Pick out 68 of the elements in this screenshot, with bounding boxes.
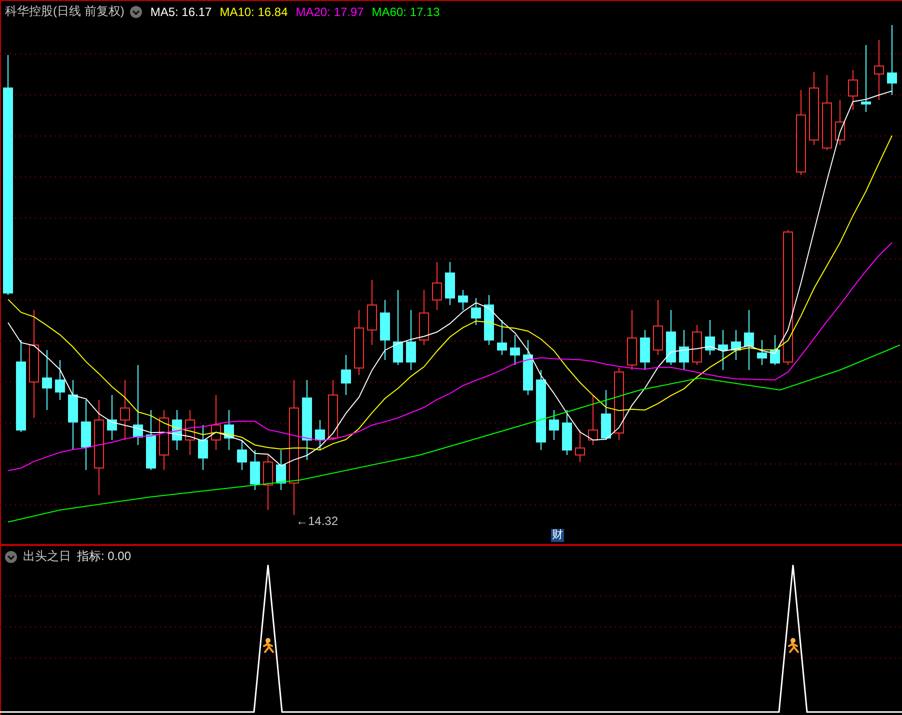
candlestick	[874, 40, 884, 100]
candlestick	[770, 334, 780, 366]
candlestick	[471, 298, 481, 326]
candlestick	[68, 380, 78, 450]
candlestick	[341, 354, 351, 396]
low-price-label: ←14.32	[296, 514, 338, 528]
candlestick	[419, 290, 429, 346]
candlestick	[562, 410, 572, 456]
finance-badge[interactable]: 财	[551, 529, 564, 542]
candlestick	[861, 44, 871, 112]
candlestick	[757, 340, 767, 366]
candlestick	[250, 450, 260, 490]
candlestick	[718, 330, 728, 370]
candlestick	[731, 330, 741, 360]
candlestick	[575, 430, 585, 462]
candlestick	[380, 300, 390, 360]
candlestick	[679, 330, 689, 370]
candlestick	[601, 390, 611, 440]
candlestick	[653, 300, 663, 356]
candlestick	[237, 440, 247, 470]
moving-average-value: MA20: 17.97	[296, 4, 364, 18]
candlestick	[315, 420, 325, 450]
candlestick	[185, 410, 195, 456]
candlestick	[224, 410, 234, 450]
candlestick	[848, 70, 858, 110]
candlestick	[744, 310, 754, 370]
candlestick	[627, 310, 637, 370]
moving-average-value: MA5: 16.17	[150, 4, 212, 18]
candlestick	[432, 262, 442, 310]
candlestick	[523, 340, 533, 396]
candlestick	[42, 350, 52, 410]
candlestick	[328, 380, 338, 440]
candlestick	[692, 324, 702, 366]
moving-average-value: MA10: 16.84	[220, 4, 288, 18]
candlestick	[81, 400, 91, 470]
candlestick	[445, 262, 455, 306]
candlestick	[406, 310, 416, 370]
candlestick	[640, 330, 650, 370]
candlestick	[887, 24, 897, 96]
candlestick	[705, 320, 715, 356]
candlestick	[666, 310, 676, 366]
candlestick	[107, 394, 117, 440]
indicator-reading: 指标: 0.00	[77, 548, 132, 565]
candlestick	[510, 334, 520, 366]
dropdown-icon[interactable]	[5, 550, 17, 562]
candlestick	[146, 410, 156, 470]
candlestick	[172, 410, 182, 450]
dropdown-icon[interactable]	[130, 6, 142, 18]
running-person-icon	[788, 638, 799, 653]
candlestick	[263, 454, 273, 510]
candlestick	[159, 410, 169, 470]
candlestick	[367, 280, 377, 346]
stock-title: 科华控股(日线 前复权)	[5, 3, 124, 20]
candlestick	[198, 424, 208, 470]
candlestick	[276, 450, 286, 490]
candlestick	[211, 394, 221, 450]
candlestick	[354, 310, 364, 376]
indicator-name: 出头之日	[23, 548, 71, 565]
candlestick	[835, 100, 845, 146]
moving-average-value: MA60: 17.13	[372, 4, 440, 18]
candlestick	[484, 294, 494, 346]
candlestick	[588, 394, 598, 446]
candlestick	[497, 320, 507, 356]
candlestick	[55, 360, 65, 400]
candlestick	[458, 290, 468, 310]
running-person-icon	[263, 638, 274, 653]
candlestick	[549, 410, 559, 440]
candlestick	[120, 380, 130, 440]
